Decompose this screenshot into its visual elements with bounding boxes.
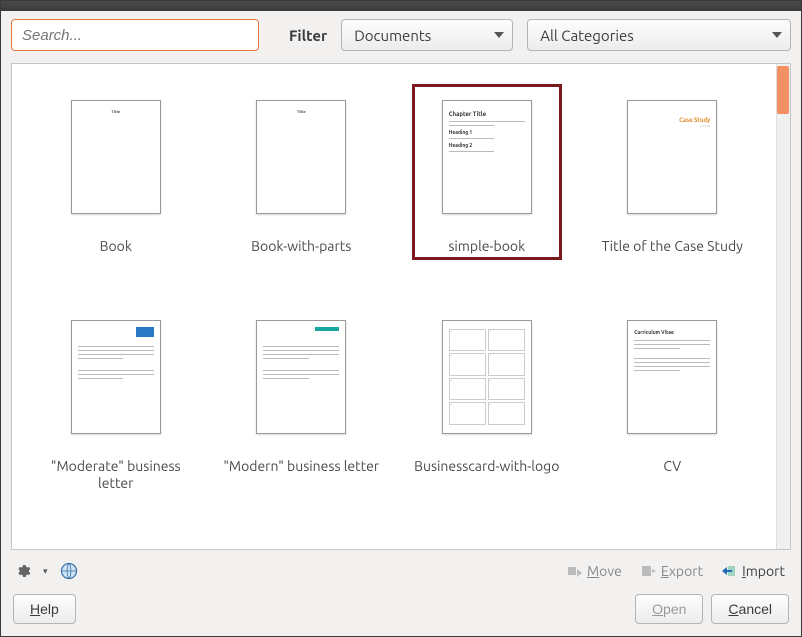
- template-label: Book-with-parts: [251, 238, 351, 256]
- scrollbar[interactable]: [776, 64, 790, 549]
- template-thumbnail: Title: [256, 100, 346, 214]
- open-button[interactable]: Open: [635, 594, 703, 624]
- filter-category-dropdown[interactable]: All Categories: [527, 19, 791, 51]
- template-item-book[interactable]: Title Book: [28, 84, 204, 256]
- import-button[interactable]: Import: [717, 561, 789, 581]
- template-label: "Modern" business letter: [223, 458, 379, 476]
- template-label: "Moderate" business letter: [36, 458, 196, 493]
- open-label: Open: [652, 601, 686, 617]
- template-thumbnail: [256, 320, 346, 434]
- template-label: Book: [100, 238, 132, 256]
- template-item-book-with-parts[interactable]: Title Book-with-parts: [214, 84, 390, 256]
- template-gallery: Title Book Title Book-with-parts Chapter Tit…: [11, 63, 791, 550]
- filter-bar: Filter Documents All Categories: [1, 11, 801, 59]
- online-templates-icon[interactable]: [58, 560, 80, 582]
- filter-label: Filter: [289, 27, 327, 44]
- export-button: Export: [636, 561, 707, 581]
- template-item-moderate-letter[interactable]: "Moderate" business letter: [28, 304, 204, 493]
- search-input[interactable]: [11, 19, 259, 51]
- template-item-simple-book[interactable]: Chapter TitleHeading 1Heading 2simple-bo…: [399, 84, 575, 256]
- window-titlebar: [1, 1, 801, 11]
- scrollbar-thumb[interactable]: [777, 66, 789, 114]
- action-bar: ▾ Move Export Import: [1, 554, 801, 588]
- help-button[interactable]: Help: [13, 594, 76, 624]
- export-label: Export: [661, 563, 703, 579]
- template-label: Title of the Case Study: [602, 238, 743, 256]
- template-thumbnail: aaaaaaaa: [442, 320, 532, 434]
- selection-highlight: [412, 84, 562, 260]
- filter-type-value: Documents: [354, 27, 431, 44]
- template-item-cv[interactable]: Curriculum Vitae CV: [585, 304, 761, 493]
- cancel-label: Cancel: [728, 601, 772, 617]
- import-icon: [721, 563, 737, 579]
- move-button: Move: [562, 561, 626, 581]
- filter-type-dropdown[interactable]: Documents: [341, 19, 513, 51]
- template-item-case-study[interactable]: Case Studysubtitle Title of the Case Stud…: [585, 84, 761, 256]
- settings-icon[interactable]: [13, 561, 33, 581]
- chevron-down-icon: [772, 32, 782, 38]
- template-thumbnail: Case Studysubtitle: [627, 100, 717, 214]
- chevron-down-icon: [494, 32, 504, 38]
- template-item-modern-letter[interactable]: "Modern" business letter: [214, 304, 390, 493]
- template-thumbnail: [71, 320, 161, 434]
- template-label: CV: [663, 458, 681, 476]
- filter-category-value: All Categories: [540, 27, 634, 44]
- content-area: Title Book Title Book-with-parts Chapter Tit…: [1, 59, 801, 554]
- template-thumbnail: Title: [71, 100, 161, 214]
- settings-caret-icon[interactable]: ▾: [43, 566, 48, 577]
- template-item-bcard[interactable]: aaaaaaaa Businesscard-with-logo: [399, 304, 575, 493]
- export-icon: [640, 563, 656, 579]
- template-thumbnail: Curriculum Vitae: [627, 320, 717, 434]
- template-dialog: Filter Documents All Categories Title Boo…: [0, 0, 802, 637]
- move-label: Move: [587, 563, 622, 579]
- template-label: Businesscard-with-logo: [414, 458, 559, 476]
- cancel-button[interactable]: Cancel: [711, 594, 789, 624]
- move-icon: [566, 563, 582, 579]
- button-row: Help Open Cancel: [1, 588, 801, 636]
- import-label: Import: [742, 563, 785, 579]
